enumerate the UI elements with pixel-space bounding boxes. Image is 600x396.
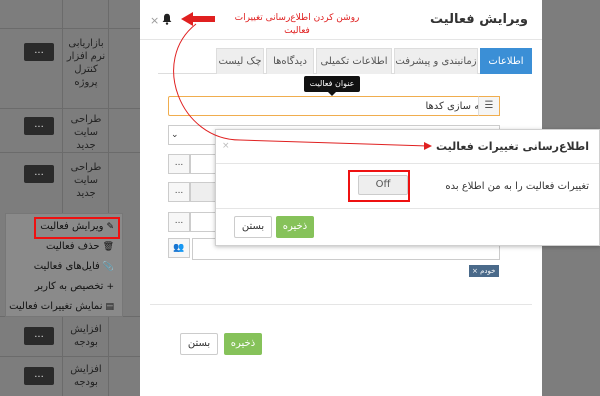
row-activity-name: افزایش بودجه xyxy=(70,324,102,348)
list-icon: ☰ xyxy=(478,96,500,116)
assignee-tag[interactable]: خودم × xyxy=(469,265,499,277)
notify-label: تغییرات فعالیت را به من اطلاع بده xyxy=(445,181,589,192)
table-row: ... افزایش بودجه xyxy=(0,356,140,396)
tab-scheduling[interactable]: زمانبندی و پیشرفت xyxy=(394,48,478,74)
menu-item-activity-files[interactable]: 📎فایل‌های فعالیت xyxy=(6,257,122,277)
menu-item-label: فایل‌های فعالیت xyxy=(33,261,100,272)
row-actions-button[interactable]: ... xyxy=(24,327,54,345)
tab-bar: اطلاعات اصلی زمانبندی و پیشرفت اطلاعات ت… xyxy=(158,48,532,93)
table-row: ... بازاریابی نرم افزار کنترل پروژه xyxy=(0,28,140,108)
popup-save-button[interactable]: ذخیره xyxy=(276,216,314,238)
row-activity-name: بازاریابی نرم افزار کنترل پروژه xyxy=(66,38,106,88)
table-row: ... طراحی سایت جدید xyxy=(0,152,140,204)
close-button[interactable]: بستن xyxy=(180,333,218,355)
title-tooltip: عنوان فعالیت xyxy=(304,76,360,92)
table-row: ... طراحی سایت جدید xyxy=(0,108,140,152)
footer-divider xyxy=(150,304,532,305)
menu-item-label: نمایش تغییرات فعالیت xyxy=(9,301,103,312)
row-actions-button[interactable]: ... xyxy=(24,367,54,385)
tab-extra-info[interactable]: اطلاعات تکمیلی xyxy=(316,48,392,74)
popup-divider xyxy=(216,208,599,209)
picker-button[interactable]: ... xyxy=(168,154,190,174)
popup-close-button[interactable]: بستن xyxy=(234,216,272,238)
row-activity-name: طراحی سایت جدید xyxy=(70,114,102,151)
list-icon: ▤ xyxy=(105,302,114,312)
user-plus-icon: + xyxy=(106,282,114,292)
table-row: ... افزایش بودجه xyxy=(0,316,140,356)
annotation-highlight-box xyxy=(34,217,120,239)
menu-item-label: حذف فعالیت xyxy=(46,241,100,252)
bell-icon[interactable] xyxy=(162,13,172,25)
annotation-highlight-box xyxy=(348,170,410,202)
notification-popup: اطلاع‌رسانی تغییرات فعالیت × تغییرات فعا… xyxy=(215,129,600,246)
save-button[interactable]: ذخیره xyxy=(224,333,262,355)
row-activity-name: طراحی سایت جدید xyxy=(70,162,102,199)
menu-item-delete-activity[interactable]: 🗑حذف فعالیت xyxy=(6,237,122,257)
close-icon[interactable]: × xyxy=(222,141,230,151)
tab-main-info[interactable]: اطلاعات اصلی xyxy=(480,48,532,93)
chevron-down-icon: ⌄ xyxy=(171,130,179,140)
row-activity-name: افزایش بودجه xyxy=(70,364,102,388)
menu-item-label: تخصیص به کاربر xyxy=(34,281,104,292)
menu-item-show-changes[interactable]: ▤نمایش تغییرات فعالیت xyxy=(6,297,122,317)
popup-header: اطلاع‌رسانی تغییرات فعالیت × xyxy=(216,130,599,164)
annotation-arrow-icon xyxy=(181,12,215,26)
picker-button[interactable]: ... xyxy=(168,182,190,202)
tab-checklist[interactable]: چک لیست xyxy=(216,48,264,74)
users-icon[interactable]: 👥 xyxy=(168,238,190,258)
row-actions-button[interactable]: ... xyxy=(24,43,54,61)
paperclip-icon: 📎 xyxy=(102,262,114,272)
tab-comments[interactable]: دیدگاه‌ها xyxy=(266,48,314,74)
close-icon[interactable]: × xyxy=(150,14,159,27)
picker-button[interactable]: ... xyxy=(168,212,190,232)
trash-icon: 🗑 xyxy=(102,242,114,252)
menu-item-assign-user[interactable]: +تخصیص به کاربر xyxy=(6,277,122,297)
row-actions-button[interactable]: ... xyxy=(24,117,54,135)
popup-title: اطلاع‌رسانی تغییرات فعالیت xyxy=(436,140,589,153)
background-table: ... بازاریابی نرم افزار کنترل پروژه ... … xyxy=(0,0,140,396)
annotation-text: روشن کردن اطلاع‌رسانی تغییرات فعالیت xyxy=(234,13,360,36)
modal-title: ویرایش فعالیت xyxy=(430,12,528,27)
row-actions-button[interactable]: ... xyxy=(24,165,54,183)
modal-header: ویرایش فعالیت × روشن کردن اطلاع‌رسانی تغ… xyxy=(140,0,542,40)
activity-title-input[interactable] xyxy=(168,96,500,116)
